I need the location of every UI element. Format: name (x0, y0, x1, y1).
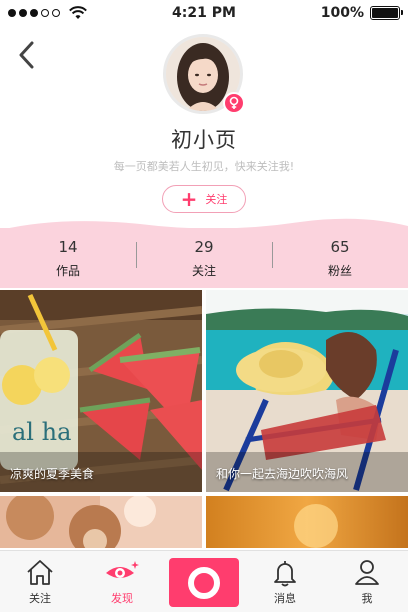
stat-label: 关注 (191, 263, 216, 278)
stats-bar: 14 作品 29 关注 65 粉丝 (0, 228, 408, 288)
bell-icon (274, 561, 296, 587)
record-icon (188, 566, 220, 599)
chevron-left-icon (19, 41, 34, 69)
signal-dot (41, 9, 49, 17)
stat-following[interactable]: 29 关注 (136, 228, 272, 288)
post-card[interactable]: al ha 凉爽的夏季美食 (0, 290, 202, 492)
tab-label: 我 (361, 592, 373, 605)
eye-icon (106, 561, 139, 578)
tab-discover[interactable]: 发现 (92, 557, 152, 606)
post-card[interactable] (0, 496, 202, 548)
back-button[interactable] (12, 38, 40, 72)
stat-fans[interactable]: 65 粉丝 (272, 228, 408, 288)
tab-messages[interactable]: 消息 (255, 557, 315, 606)
signal-indicator (8, 6, 87, 20)
post-caption: 和你一起去海边吹吹海风 (216, 467, 349, 481)
stat-label: 作品 (55, 263, 80, 278)
signal-dot (19, 9, 27, 17)
female-icon (223, 92, 245, 114)
stat-count: 65 (330, 237, 350, 256)
record-button[interactable] (169, 558, 239, 607)
wifi-icon (69, 6, 87, 19)
battery-icon (370, 6, 403, 20)
signal-dot (30, 9, 38, 17)
post-image (0, 496, 202, 548)
home-icon (27, 560, 53, 585)
follow-button[interactable]: + 关注 (162, 185, 246, 213)
post-image (206, 496, 408, 548)
signal-dots-icon (8, 9, 16, 17)
battery-indicator: 100% (320, 5, 403, 21)
tab-bar: 关注 发现 消息 我 (0, 550, 408, 612)
battery-percentage: 100% (320, 5, 364, 21)
stat-works[interactable]: 14 作品 (0, 228, 136, 288)
stat-label: 粉丝 (327, 263, 352, 278)
stat-count: 29 (194, 237, 214, 256)
tab-follow[interactable]: 关注 (10, 557, 70, 606)
post-caption: 凉爽的夏季美食 (10, 467, 95, 481)
posts-grid: al ha 凉爽的夏季美食 和你一起去海边吹吹海风 (0, 290, 408, 548)
signal-dot (52, 9, 60, 17)
tab-label: 关注 (29, 592, 51, 605)
post-card[interactable] (206, 496, 408, 548)
tab-label: 发现 (111, 592, 133, 605)
svg-text:al ha: al ha (12, 418, 71, 446)
post-image (206, 290, 408, 492)
username: 初小页 (171, 128, 237, 152)
stat-count: 14 (58, 237, 78, 256)
status-bar: 4:21 PM 100% (0, 0, 408, 26)
person-icon (355, 560, 379, 585)
avatar-container[interactable] (163, 34, 245, 114)
post-image: al ha (0, 290, 202, 492)
post-card[interactable]: 和你一起去海边吹吹海风 (206, 290, 408, 492)
tab-label: 消息 (274, 592, 296, 605)
follow-label: 关注 (205, 193, 228, 206)
tab-me[interactable]: 我 (337, 557, 397, 606)
plus-icon: + (180, 187, 198, 211)
bio-text: 每一页都美若人生初见，快来关注我! (113, 160, 295, 173)
